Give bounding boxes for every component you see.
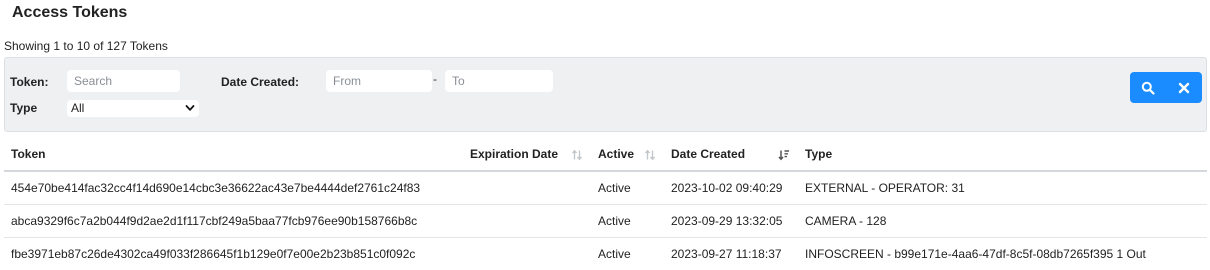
- table-row[interactable]: 454e70be414fac32cc4f14d690e14cbc3e36622a…: [4, 171, 1207, 205]
- chevron-down-icon: [185, 105, 195, 111]
- type-cell: EXTERNAL - OPERATOR: 31: [798, 171, 1207, 205]
- type-select[interactable]: All: [67, 100, 199, 117]
- token-label: Token:: [10, 75, 49, 89]
- column-header-active[interactable]: Active: [591, 137, 664, 172]
- active-cell: Active: [591, 237, 664, 270]
- column-header-token[interactable]: Token: [4, 137, 463, 172]
- filter-panel: Token: Date Created: - Type All: [4, 57, 1207, 132]
- type-cell: INFOSCREEN - b99e171e-4aa6-47df-8c5f-08d…: [798, 237, 1207, 270]
- date-from-input[interactable]: [326, 70, 432, 92]
- date-created-cell: 2023-10-02 09:40:29: [664, 171, 798, 205]
- search-button[interactable]: [1130, 72, 1166, 103]
- date-created-cell: 2023-09-27 11:18:37: [664, 237, 798, 270]
- page-title: Access Tokens: [12, 4, 128, 21]
- expiration-cell: [463, 237, 591, 270]
- token-cell: abca9329f6c7a2b044f9d2ae2d1f117cbf249a5b…: [4, 204, 463, 238]
- sort-icon: [571, 149, 583, 161]
- token-cell: 454e70be414fac32cc4f14d690e14cbc3e36622a…: [4, 171, 463, 205]
- table-header-row: Token Expiration Date Active Date Create…: [4, 137, 1207, 172]
- date-range-dash: -: [433, 72, 437, 86]
- type-label: Type: [10, 101, 38, 115]
- date-created-label: Date Created:: [221, 75, 300, 89]
- close-icon: [1178, 82, 1190, 93]
- expiration-cell: [463, 171, 591, 205]
- column-header-expiration-date[interactable]: Expiration Date: [463, 137, 591, 172]
- clear-filters-button[interactable]: [1166, 72, 1202, 103]
- type-cell: CAMERA - 128: [798, 204, 1207, 238]
- type-select-value: All: [71, 101, 85, 115]
- date-created-cell: 2023-09-29 13:32:05: [664, 204, 798, 238]
- sort-icon: [644, 149, 656, 161]
- date-to-input[interactable]: [445, 70, 553, 92]
- filter-button-group: [1130, 72, 1202, 103]
- active-cell: Active: [591, 204, 664, 238]
- column-header-date-created[interactable]: Date Created: [664, 137, 798, 172]
- table-row[interactable]: abca9329f6c7a2b044f9d2ae2d1f117cbf249a5b…: [4, 204, 1207, 238]
- expiration-cell: [463, 204, 591, 238]
- table-row[interactable]: fbe3971eb87c26de4302ca49f033f286645f1b12…: [4, 237, 1207, 270]
- results-count: Showing 1 to 10 of 127 Tokens: [4, 39, 168, 53]
- active-cell: Active: [591, 171, 664, 205]
- token-cell: fbe3971eb87c26de4302ca49f033f286645f1b12…: [4, 237, 463, 270]
- search-icon: [1141, 81, 1155, 95]
- token-search-input[interactable]: [67, 70, 180, 92]
- sort-descending-icon: [778, 150, 789, 161]
- tokens-table: Token Expiration Date Active Date Create…: [4, 137, 1207, 270]
- column-header-type[interactable]: Type: [798, 137, 1207, 172]
